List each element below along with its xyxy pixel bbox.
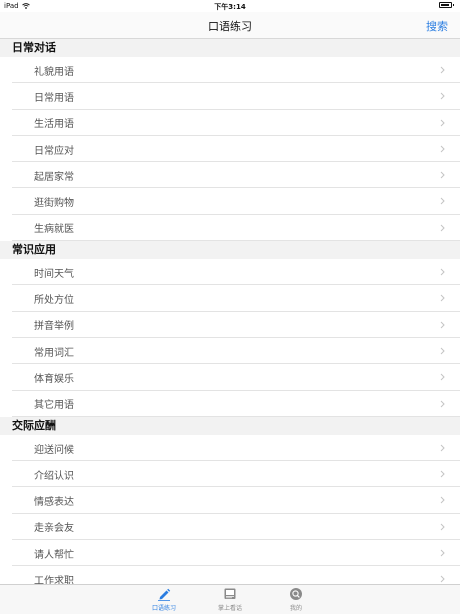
chevron-right-icon	[440, 268, 445, 276]
nav-bar: 口语练习 搜索	[0, 12, 460, 39]
chevron-right-icon	[440, 224, 445, 232]
list-item-label: 生活用语	[34, 119, 74, 131]
section-header: 交际应酬	[0, 416, 460, 435]
list-item-label: 情感表达	[34, 497, 74, 509]
chevron-right-icon	[440, 295, 445, 302]
list-item[interactable]: 所处方位	[0, 285, 460, 312]
tab-mine-label: 我的	[289, 605, 302, 612]
chevron-right-icon	[440, 66, 445, 74]
list-item-label: 日常用语	[34, 92, 74, 104]
list-item-label: 日常应对	[34, 145, 74, 157]
list-item-label: 其它用语	[34, 400, 74, 412]
section-header: 常识应用	[0, 241, 460, 260]
tab-bar: 口语练习 掌上看话 我的	[0, 584, 460, 614]
list-item-label: 体育娱乐	[34, 373, 74, 385]
list-item-label: 礼貌用语	[34, 66, 74, 78]
search-button[interactable]: 搜索	[426, 18, 448, 34]
list-item-label: 起居家常	[34, 171, 74, 183]
list-item-label: 拼音举例	[34, 321, 74, 333]
list-item-label: 请人帮忙	[34, 549, 74, 561]
chevron-right-icon	[440, 321, 445, 329]
pencil-icon	[158, 588, 171, 601]
list-item[interactable]: 逛街购物	[0, 188, 460, 216]
list-item-label: 生病就医	[34, 224, 74, 236]
list-item[interactable]: 体育娱乐	[0, 364, 460, 391]
battery-icon	[439, 2, 454, 8]
status-bar: iPad 下午3:14	[0, 0, 460, 12]
chevron-right-icon	[440, 444, 445, 452]
page-title: 口语练习	[208, 20, 252, 33]
list-item[interactable]: 礼貌用语	[0, 57, 460, 84]
profile-icon	[290, 588, 302, 600]
list-item-label: 迎送问候	[34, 444, 74, 456]
chevron-right-icon	[440, 347, 445, 355]
chevron-right-icon	[440, 523, 445, 531]
list-item[interactable]: 拼音举例	[0, 311, 460, 339]
list-item-label: 逛街购物	[34, 198, 74, 210]
chevron-right-icon	[440, 373, 445, 381]
chevron-right-icon	[440, 145, 445, 153]
tab-pocket[interactable]: 掌上看话	[200, 587, 260, 612]
list-item-label: 常用词汇	[34, 347, 74, 359]
book-icon	[224, 588, 236, 599]
list-item[interactable]: 情感表达	[0, 487, 460, 515]
chevron-right-icon	[440, 198, 445, 205]
list-item-label: 所处方位	[34, 295, 74, 307]
tab-pocket-label: 掌上看话	[217, 605, 242, 612]
section-header: 日常对话	[0, 39, 460, 57]
list-item-label: 介绍认识	[34, 470, 74, 482]
list-item[interactable]: 日常应对	[0, 135, 460, 163]
chevron-right-icon	[440, 575, 445, 583]
list-item[interactable]: 时间天气	[0, 259, 460, 286]
chevron-right-icon	[440, 470, 445, 478]
list-item[interactable]: 走亲会友	[0, 513, 460, 541]
list-item[interactable]: 请人帮忙	[0, 540, 460, 567]
chevron-right-icon	[440, 497, 445, 504]
list-item-label: 走亲会友	[34, 523, 74, 535]
chevron-right-icon	[440, 400, 445, 407]
tab-practice[interactable]: 口语练习	[134, 587, 194, 612]
list-item[interactable]: 介绍认识	[0, 461, 460, 488]
chevron-right-icon	[440, 171, 445, 179]
chevron-right-icon	[440, 549, 445, 557]
list-item[interactable]: 日常用语	[0, 83, 460, 110]
list-item[interactable]: 生活用语	[0, 109, 460, 137]
status-time: 下午3:14	[214, 3, 246, 11]
list-item[interactable]: 生病就医	[0, 214, 460, 242]
list-item[interactable]: 迎送问候	[0, 434, 460, 462]
list-item-label: 工作求职	[34, 575, 74, 584]
list-item[interactable]: 工作求职	[0, 566, 460, 584]
list-item[interactable]: 常用词汇	[0, 337, 460, 365]
tab-mine[interactable]: 我的	[266, 587, 326, 612]
list-item[interactable]: 起居家常	[0, 162, 460, 189]
tab-practice-label: 口语练习	[151, 605, 176, 612]
chevron-right-icon	[440, 92, 445, 100]
category-list: 日常对话礼貌用语日常用语生活用语日常应对起居家常逛街购物生病就医常识应用时间天气…	[0, 39, 460, 584]
list-item-label: 时间天气	[34, 268, 74, 280]
list-item[interactable]: 其它用语	[0, 390, 460, 418]
chevron-right-icon	[440, 119, 445, 126]
